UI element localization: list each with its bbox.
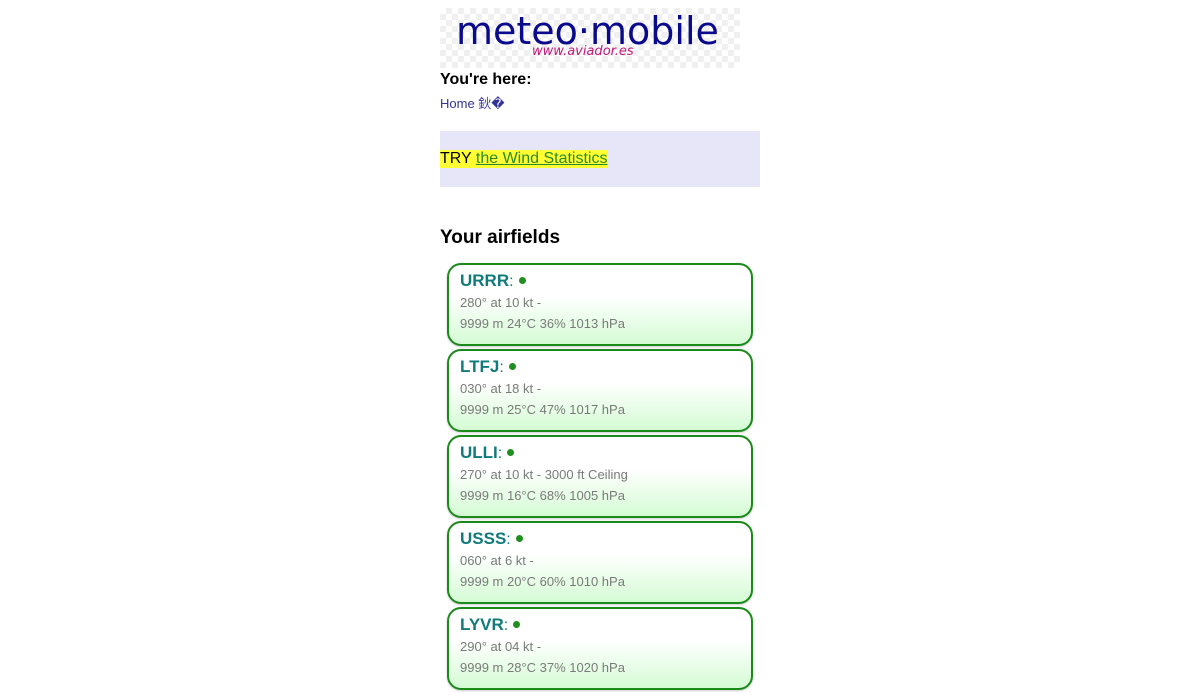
airfield-card[interactable]: USSS: 060° at 6 kt - 9999 m 20°C 60% 101… [447,521,753,604]
airfields-heading: Your airfields [440,227,561,248]
airfield-wind: 030° at 18 kt - [460,381,542,396]
promo-prefix: TRY [440,150,476,167]
airfield-colon: : [509,273,514,290]
airfield-colon: : [506,531,511,548]
wind-statistics-link[interactable]: the Wind Statistics [476,150,608,167]
airfield-header: USSS: [460,528,741,550]
airfield-colon: : [497,445,503,462]
airfield-code[interactable]: ULLI [460,443,498,462]
airfield-wind: 280° at 10 kt - [460,295,542,310]
airfield-card[interactable]: ULLI: 270° at 10 kt - 3000 ft Ceiling 99… [447,435,753,518]
airfield-code[interactable]: URRR [460,271,509,290]
airfield-card[interactable]: LYVR: 290° at 04 kt - 9999 m 28°C 37% 10… [447,607,753,690]
breadcrumb-home-link[interactable]: Home 鈥� [440,96,505,111]
airfield-card[interactable]: LTFJ: 030° at 18 kt - 9999 m 25°C 47% 10… [447,349,753,432]
airfield-header: LTFJ: [460,356,741,378]
airfield-card[interactable]: URRR: 280° at 10 kt - 9999 m 24°C 36% 10… [447,263,753,346]
airfield-code[interactable]: LYVR [460,615,504,634]
airfield-colon: : [499,359,504,376]
status-dot-icon [508,363,516,370]
airfields-list: URRR: 280° at 10 kt - 9999 m 24°C 36% 10… [447,263,753,690]
status-dot-icon [507,449,515,456]
airfield-weather: 9999 m 28°C 37% 1020 hPa [460,660,625,675]
airfield-weather: 9999 m 16°C 68% 1005 hPa [460,488,625,503]
airfield-code[interactable]: LTFJ [460,357,499,376]
airfield-weather: 9999 m 20°C 60% 1010 hPa [460,574,625,589]
airfield-colon: : [503,617,509,634]
status-dot-icon [515,535,523,542]
promo-highlight: TRY the Wind Statistics [440,150,608,168]
airfield-header: LYVR: [460,614,741,636]
airfield-code[interactable]: USSS [460,529,506,548]
logo-subtitle: www.aviador.es [532,44,634,59]
status-dot-icon [513,621,521,628]
airfield-weather: 9999 m 25°C 47% 1017 hPa [460,402,625,417]
airfield-weather: 9999 m 24°C 36% 1013 hPa [460,316,625,331]
breadcrumb[interactable]: Home 鈥� [440,96,760,112]
airfield-header: ULLI: [460,442,741,464]
airfield-wind: 270° at 10 kt - 3000 ft Ceiling [460,467,628,482]
airfield-wind: 060° at 6 kt - [460,553,534,568]
airfield-header: URRR: [460,270,741,292]
site-logo[interactable]: meteo·mobile www.aviador.es [440,8,740,68]
promo-banner: TRY the Wind Statistics [440,131,760,187]
page-container: meteo·mobile www.aviador.es You're here:… [440,0,760,693]
status-dot-icon [518,277,526,284]
airfield-wind: 290° at 04 kt - [460,639,542,654]
location-heading: You're here: [440,71,532,88]
